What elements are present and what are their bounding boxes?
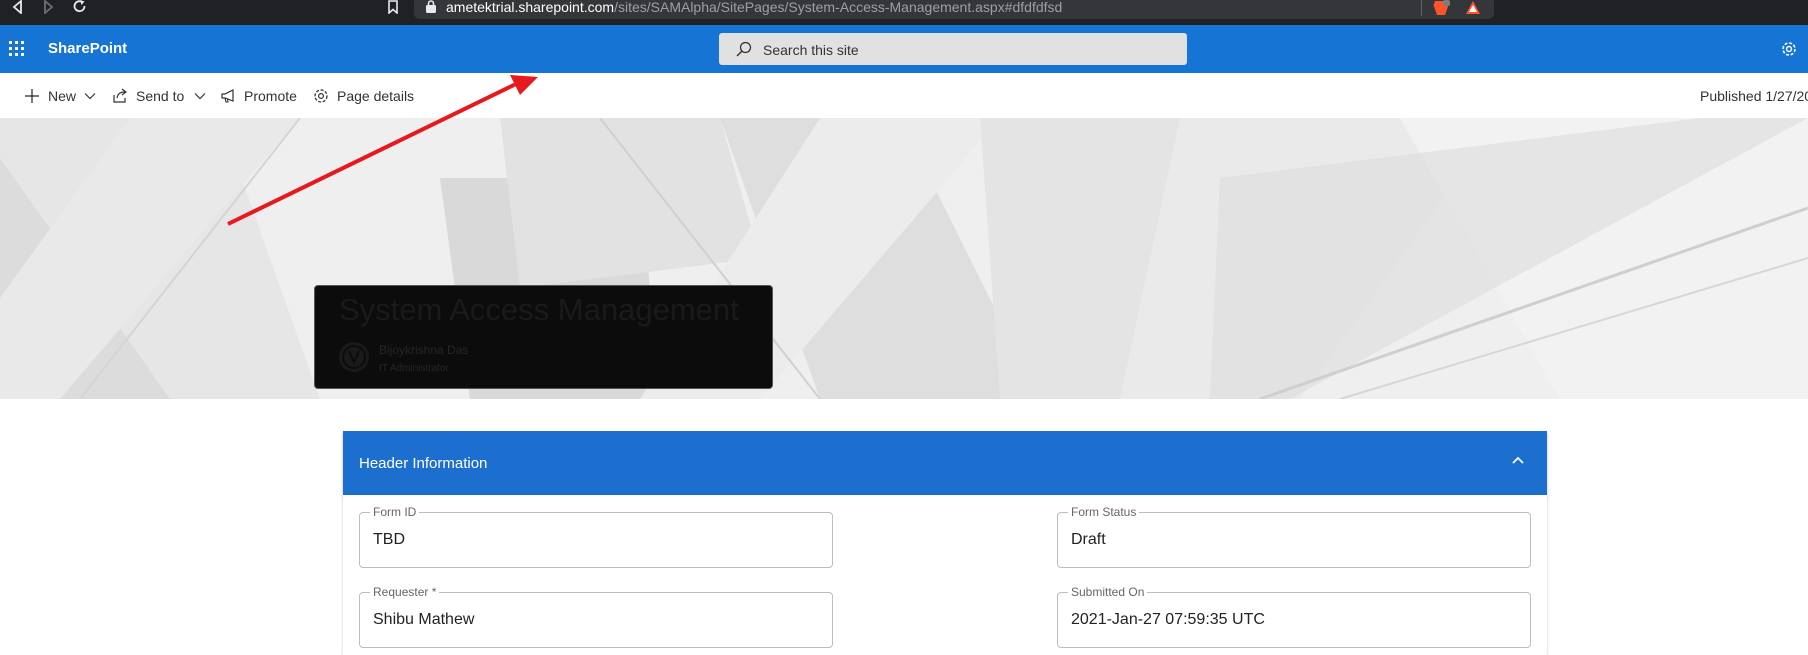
requester-field[interactable]: Requester * Shibu Mathew (359, 585, 833, 648)
form-status-field[interactable]: Form Status Draft (1057, 505, 1531, 568)
section-title: Header Information (359, 455, 488, 472)
requester-value: Shibu Mathew (373, 611, 475, 628)
submitted-on-value: 2021-Jan-27 07:59:35 UTC (1071, 611, 1265, 628)
form-id-field[interactable]: Form ID TBD (359, 505, 833, 568)
form-id-value: TBD (373, 531, 405, 548)
author-name[interactable]: Bijoykrishna Das (379, 343, 468, 357)
submitted-on-label: Submitted On (1068, 585, 1148, 599)
page-title: System Access Management (339, 292, 739, 327)
form-id-label: Form ID (370, 505, 420, 519)
section-header[interactable]: Header Information (343, 431, 1547, 495)
chevron-up-icon[interactable] (1511, 455, 1525, 465)
title-region: System Access Management Bijoykrishna Da… (314, 285, 773, 389)
form-status-label: Form Status (1068, 505, 1140, 519)
avatar-emblem-icon (342, 345, 366, 369)
form-status-value: Draft (1071, 531, 1106, 548)
author-role: IT Administrator (379, 363, 449, 374)
header-information-panel: Header Information Form ID TBD Form Stat… (343, 431, 1547, 655)
author-avatar (339, 342, 369, 372)
section-body: Form ID TBD Form Status Draft Requester … (343, 495, 1547, 655)
submitted-on-field[interactable]: Submitted On 2021-Jan-27 07:59:35 UTC (1057, 585, 1531, 648)
requester-label: Requester * (370, 585, 440, 599)
